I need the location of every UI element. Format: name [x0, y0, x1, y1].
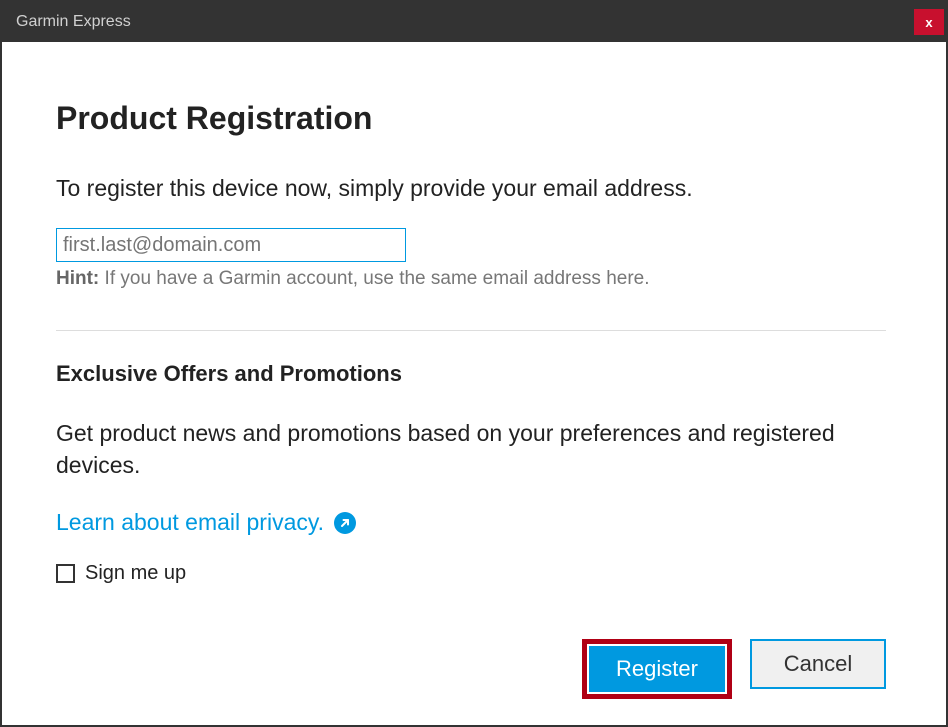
button-row: Register Cancel — [582, 639, 886, 699]
cancel-button[interactable]: Cancel — [750, 639, 886, 689]
offers-desc: Get product news and promotions based on… — [56, 417, 886, 481]
close-button[interactable]: x — [914, 9, 944, 35]
hint-label: Hint: — [56, 268, 99, 289]
signup-label: Sign me up — [85, 562, 186, 585]
hint-line: Hint: If you have a Garmin account, use … — [56, 268, 886, 290]
app-window: Garmin Express x Product Registration To… — [0, 0, 948, 727]
divider — [56, 330, 886, 331]
privacy-link-text: Learn about email privacy. — [56, 509, 324, 536]
instruction-text: To register this device now, simply prov… — [56, 175, 886, 202]
privacy-link[interactable]: Learn about email privacy. — [56, 509, 356, 536]
signup-checkbox-row[interactable]: Sign me up — [56, 562, 886, 585]
close-icon: x — [925, 15, 932, 30]
hint-text: If you have a Garmin account, use the sa… — [99, 268, 649, 289]
email-field[interactable] — [56, 228, 406, 262]
register-highlight: Register — [582, 639, 732, 699]
titlebar: Garmin Express x — [2, 2, 946, 42]
content-area: Product Registration To register this de… — [2, 42, 946, 725]
offers-title: Exclusive Offers and Promotions — [56, 361, 886, 387]
external-link-icon — [334, 512, 356, 534]
signup-checkbox[interactable] — [56, 564, 75, 583]
window-title: Garmin Express — [16, 13, 131, 31]
page-title: Product Registration — [56, 100, 886, 137]
register-button[interactable]: Register — [589, 646, 725, 692]
